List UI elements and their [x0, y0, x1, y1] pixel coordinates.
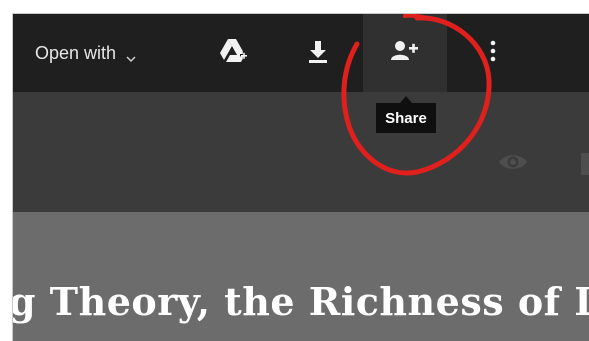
open-with-button[interactable]: Open with — [35, 39, 136, 67]
add-person-icon — [390, 40, 420, 67]
more-vert-icon — [490, 39, 496, 68]
open-with-label: Open with — [35, 42, 117, 63]
eye-icon — [497, 152, 529, 177]
viewer-subheader — [13, 92, 589, 212]
add-to-drive-icon — [218, 37, 250, 70]
drive-preview-viewer: Open with g Theory, the Richness of L Sh… — [12, 13, 589, 341]
add-to-drive-button[interactable] — [201, 14, 267, 92]
download-icon — [306, 38, 330, 69]
top-toolbar: Open with — [13, 14, 589, 92]
tooltip-label: Share — [385, 109, 427, 127]
document-title: g Theory, the Richness of L — [12, 279, 589, 324]
preview-eye-button[interactable] — [493, 149, 533, 179]
chevron-down-icon — [126, 48, 136, 63]
more-options-button[interactable] — [473, 14, 513, 92]
download-button[interactable] — [285, 14, 351, 92]
share-button[interactable] — [363, 14, 447, 92]
document-page: g Theory, the Richness of L — [13, 212, 589, 341]
partial-edge-icon[interactable] — [579, 150, 589, 178]
share-tooltip: Share — [376, 96, 436, 133]
